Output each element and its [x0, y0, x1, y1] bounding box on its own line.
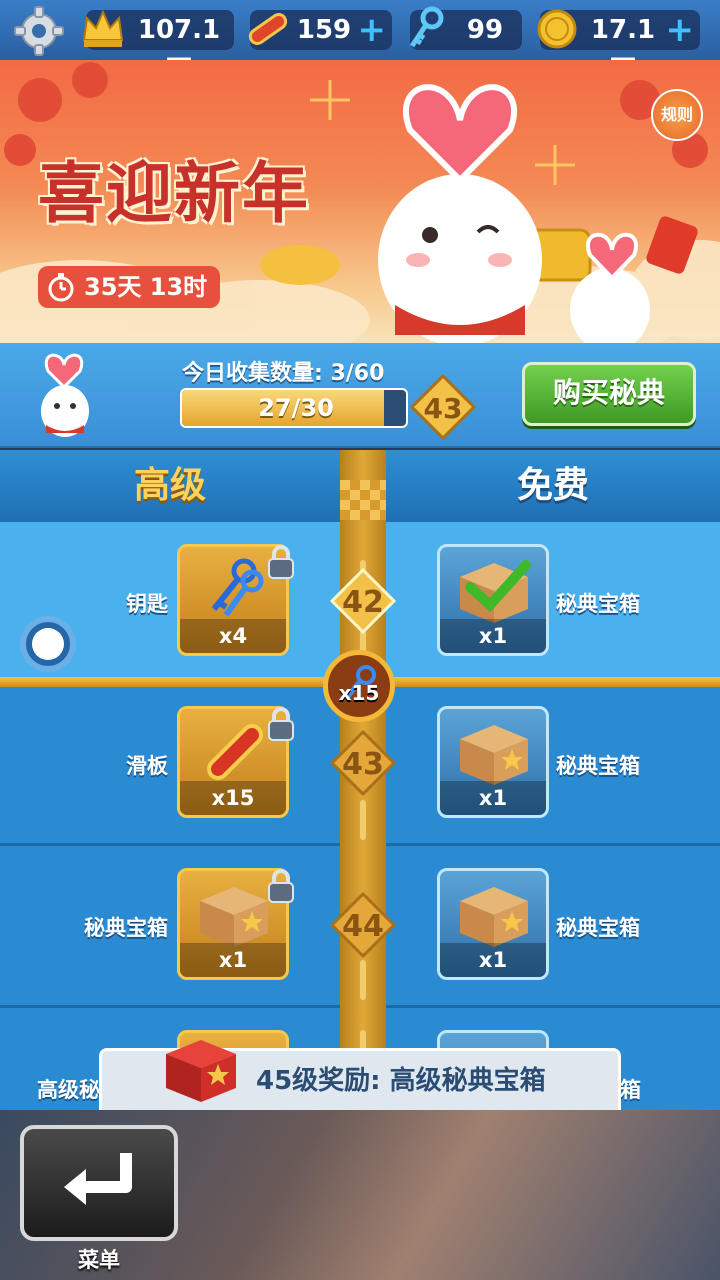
return-arrow-icon [64, 1153, 132, 1205]
bunny-avatar-icon [41, 353, 89, 437]
progress-marker: x15 [323, 650, 395, 722]
stopwatch-icon [48, 273, 74, 302]
chest-icon [200, 887, 268, 947]
level-progress-bar: 27/30 [180, 388, 408, 428]
red-chest-icon [166, 1040, 236, 1102]
track-checker [340, 480, 386, 520]
reward-quantity: x4 [180, 619, 286, 653]
key-counter: 99 [409, 6, 522, 50]
level-badge-42: 42 [330, 568, 396, 634]
add-coin-button[interactable]: + [666, 10, 695, 50]
level-number: 42 [342, 585, 384, 620]
marker-quantity: x15 [338, 681, 380, 705]
free-reward-name: 秘典宝箱 [556, 916, 640, 940]
premium-column-header: 高级 [0, 450, 340, 522]
current-level-badge: 43 [410, 374, 476, 440]
next-reward-text: 45级奖励: 高级秘典宝箱 [256, 1066, 546, 1096]
keys-icon [211, 558, 264, 617]
reward-quantity: x1 [440, 781, 546, 815]
chest-icon [460, 725, 528, 785]
coin-counter: 17.1万 + [537, 9, 700, 85]
free-reward-name: 秘典宝箱 [556, 754, 640, 778]
gear-icon[interactable] [14, 6, 64, 56]
key-value: 99 [466, 15, 504, 45]
free-reward-tile[interactable]: x1 [437, 868, 549, 980]
event-banner: 喜迎新年 35天 13时 规则 [0, 60, 720, 343]
lock-icon [268, 707, 294, 741]
lock-icon [268, 545, 294, 579]
current-level-text: 43 [424, 392, 463, 425]
reward-quantity: x1 [440, 943, 546, 977]
chest-icon [460, 560, 531, 623]
premium-reward-name: 秘典宝箱 [84, 916, 168, 940]
level-progress-text: 27/30 [258, 394, 334, 422]
premium-reward-name: 高级秘 [37, 1078, 100, 1102]
level-badge-43: 43 [330, 730, 396, 796]
crown-icon [82, 9, 124, 47]
menu-button[interactable] [20, 1125, 178, 1241]
rules-button[interactable]: 规则 [651, 89, 703, 141]
premium-reward-name: 滑板 [126, 754, 168, 778]
level-number: 43 [342, 747, 384, 782]
skateboard-counter: 159 + [248, 10, 392, 50]
lock-icon [268, 869, 294, 903]
daily-collect-label: 今日收集数量: 3/60 [182, 361, 385, 386]
free-column-header: 免费 [386, 450, 720, 522]
add-skateboard-button[interactable]: + [358, 10, 387, 50]
chest-icon [460, 887, 528, 947]
timer-text: 35天 13时 [84, 273, 208, 301]
banner-title: 喜迎新年 [38, 154, 310, 232]
free-reward-tile[interactable]: x1 [437, 706, 549, 818]
resource-bar: 107.1万 159 + 99 17.1万 + [0, 0, 720, 85]
reward-quantity: x1 [180, 943, 286, 977]
level-number: 44 [342, 909, 384, 944]
reward-quantity: x1 [440, 619, 546, 653]
key-icon [409, 6, 444, 48]
reward-quantity: x15 [180, 781, 286, 815]
coin-icon [537, 9, 577, 49]
skateboard-icon [207, 724, 263, 780]
event-timer: 35天 13时 [38, 266, 220, 308]
scroll-handle[interactable] [20, 616, 76, 672]
free-reward-tile[interactable]: x1 [437, 544, 549, 656]
free-reward-name: 箱 [620, 1078, 641, 1102]
premium-reward-name: 钥匙 [126, 592, 168, 616]
skateboard-value: 159 [296, 15, 352, 45]
crown-counter: 107.1万 [82, 9, 234, 85]
level-badge-44: 44 [330, 892, 396, 958]
free-reward-name: 秘典宝箱 [556, 592, 640, 616]
buy-pass-button[interactable]: 购买秘典 [522, 362, 696, 426]
skateboard-icon [248, 13, 288, 45]
menu-label: 菜单 [78, 1248, 120, 1272]
